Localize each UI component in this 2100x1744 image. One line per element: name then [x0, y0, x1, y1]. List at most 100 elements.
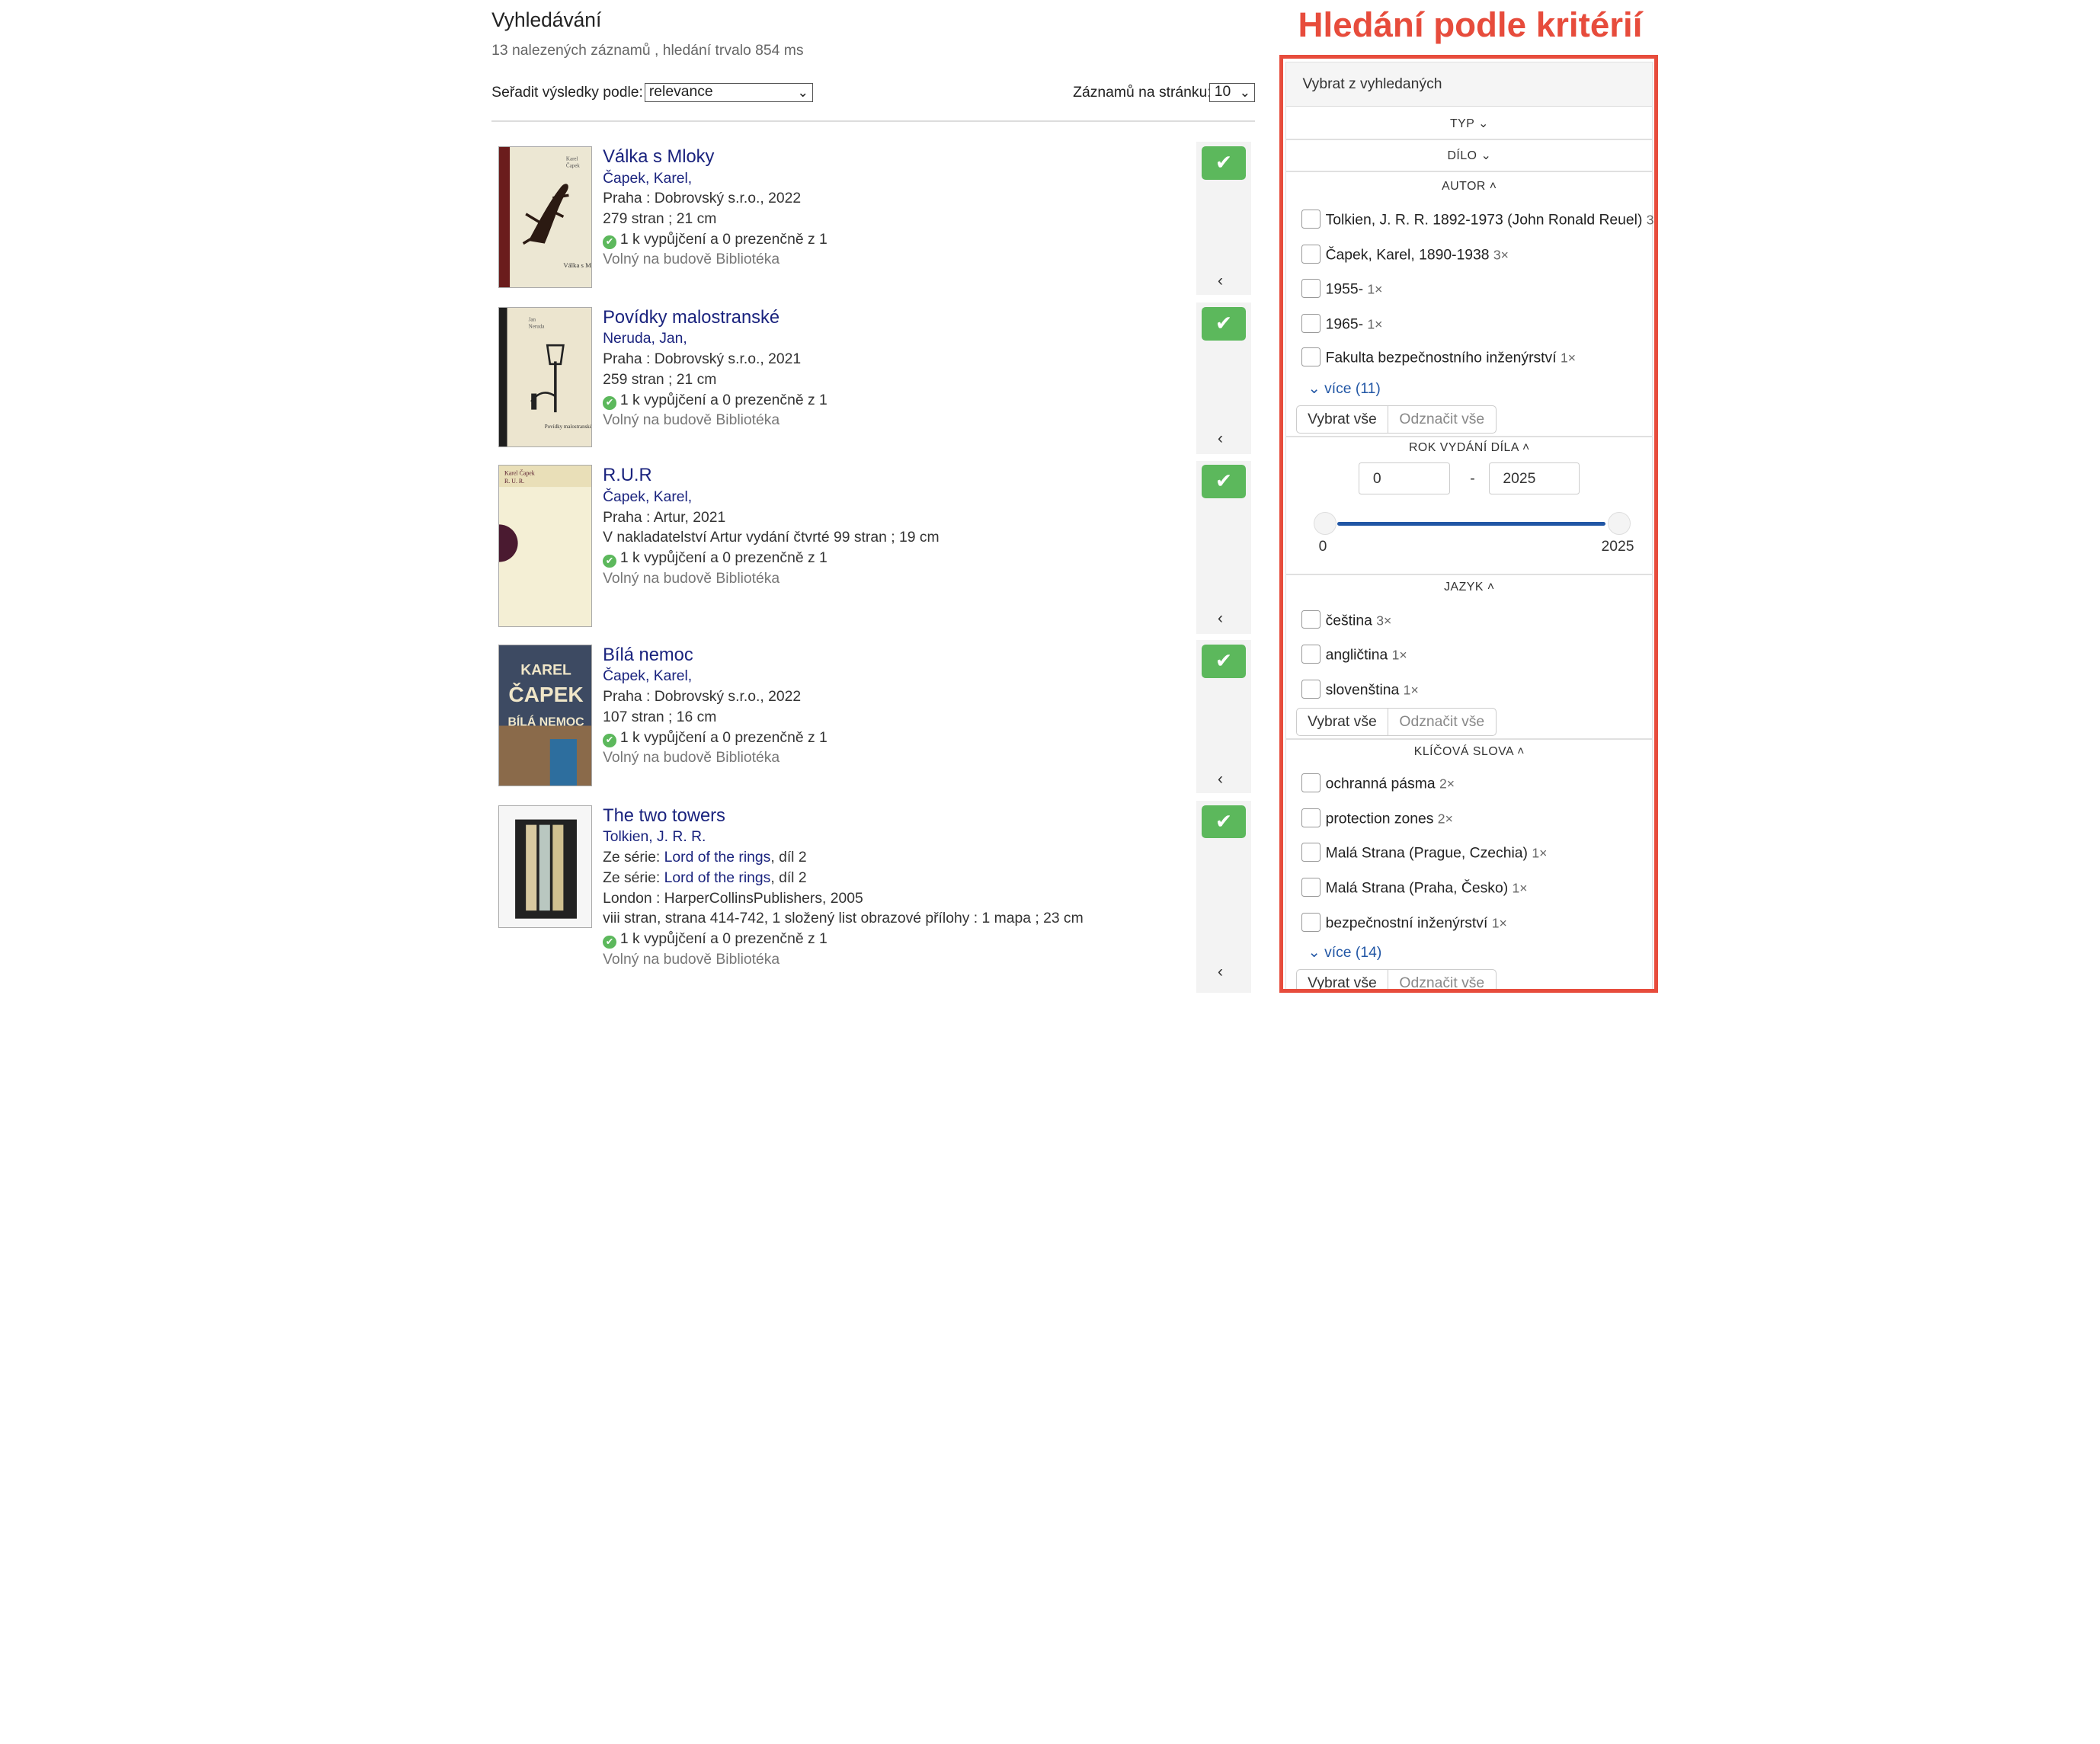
chevron-left-icon[interactable]: ‹	[1218, 610, 1223, 628]
book-cover[interactable]: Válka s Mloky Karel Čapek	[498, 146, 592, 288]
facet-count: 1×	[1491, 915, 1507, 931]
select-all-button[interactable]: Vybrat vše	[1295, 405, 1389, 434]
facet-year-toggle[interactable]: ROK VYDÁNÍ DÍLA ˄	[1286, 441, 1652, 455]
record-imprint: Praha : Dobrovský s.r.o., 2022	[603, 689, 802, 706]
chevron-left-icon[interactable]: ‹	[1218, 770, 1223, 789]
record-title[interactable]: Povídky malostranské	[603, 307, 828, 330]
checkbox[interactable]	[1301, 680, 1321, 699]
book-cover[interactable]: Karel Čapek R. U. R.	[498, 465, 592, 627]
facet-checkbox[interactable]: slovenština 1×	[1301, 680, 1419, 699]
checkbox[interactable]	[1301, 808, 1321, 827]
record-actions: ✔ ‹	[1196, 460, 1251, 634]
chevron-left-icon[interactable]: ‹	[1218, 430, 1223, 448]
select-button[interactable]: ✔	[1201, 306, 1246, 341]
select-all-button[interactable]: Vybrat vše	[1295, 707, 1389, 737]
lantern-illustration: Povídky malostranské Jan Neruda	[498, 307, 591, 447]
record-author[interactable]: Čapek, Karel,	[603, 169, 828, 190]
chevron-left-icon[interactable]: ‹	[1218, 963, 1223, 981]
record-author[interactable]: Tolkien, J. R. R.	[603, 827, 1084, 848]
facet-checkbox[interactable]: protection zones 2×	[1301, 808, 1453, 828]
availability: ✔ 1 k vypůjčení a 0 prezenčně z 1	[603, 391, 828, 411]
facet-checkbox[interactable]: Malá Strana (Prague, Czechia) 1×	[1301, 843, 1547, 862]
record-author[interactable]: Neruda, Jan,	[603, 329, 828, 350]
facets-panel-title: Vybrat z vyhledaných	[1286, 62, 1653, 107]
facet-author-toggle[interactable]: AUTOR ˄	[1286, 180, 1652, 194]
facet-checkbox[interactable]: ochranná pásma 2×	[1301, 773, 1455, 793]
facet-type-toggle[interactable]: TYP ⌄	[1286, 116, 1652, 131]
check-icon: ✔	[1215, 469, 1232, 493]
facet-count: 1×	[1560, 350, 1576, 366]
record-series: Ze série: Lord of the rings, díl 2	[603, 848, 1084, 869]
deselect-all-button[interactable]: Odznačit vše	[1388, 707, 1497, 737]
year-slider-track[interactable]	[1337, 521, 1605, 526]
year-slider-max-handle[interactable]	[1608, 512, 1631, 536]
record-actions: ✔ ‹	[1196, 801, 1251, 993]
record-title[interactable]: Válka s Mloky	[603, 146, 828, 169]
facet-keywords-toggle[interactable]: KLÍČOVÁ SLOVA ˄	[1286, 745, 1652, 759]
facet-checkbox[interactable]: 1955- 1×	[1301, 279, 1383, 299]
check-icon: ✔	[1215, 648, 1232, 672]
select-button[interactable]: ✔	[1201, 465, 1246, 498]
facet-checkbox[interactable]: čeština 3×	[1301, 610, 1391, 630]
facet-checkbox[interactable]: Tolkien, J. R. R. 1892-1973 (John Ronald…	[1301, 209, 1654, 229]
per-page-select-value: 10	[1214, 83, 1231, 100]
sort-select[interactable]: relevance ⌄	[644, 82, 814, 102]
facet-checkbox[interactable]: Malá Strana (Praha, Česko) 1×	[1301, 878, 1528, 898]
range-dash: -	[1470, 470, 1475, 487]
salamander-illustration: Válka s Mloky Karel Čapek	[498, 146, 591, 287]
book-cover[interactable]: Povídky malostranské Jan Neruda	[498, 306, 592, 448]
deselect-all-button[interactable]: Odznačit vše	[1388, 405, 1497, 434]
year-from-input[interactable]: 0	[1359, 462, 1450, 495]
more-authors-link[interactable]: ⌄ více (11)	[1308, 379, 1381, 398]
checkbox[interactable]	[1301, 878, 1321, 898]
facet-count: 1×	[1367, 281, 1383, 297]
year-slider-min-handle[interactable]	[1313, 512, 1337, 536]
deselect-all-button[interactable]: Odznačit vše	[1388, 968, 1497, 989]
facet-checkbox[interactable]: bezpečnostní inženýrství 1×	[1301, 912, 1507, 933]
per-page-select[interactable]: 10 ⌄	[1209, 82, 1256, 102]
checkbox[interactable]	[1301, 610, 1321, 629]
slider-min-label: 0	[1318, 539, 1327, 555]
checkbox[interactable]	[1301, 912, 1321, 932]
record-title[interactable]: The two towers	[603, 805, 1084, 828]
checkbox[interactable]	[1301, 773, 1321, 792]
divider	[491, 120, 1256, 122]
facet-label: slovenština	[1325, 682, 1400, 699]
year-to-input[interactable]: 2025	[1488, 462, 1580, 495]
checkbox[interactable]	[1301, 279, 1321, 299]
checkbox[interactable]	[1301, 843, 1321, 862]
book-cover[interactable]: KAREL ČAPEK BÍLÁ NEMOC	[498, 644, 592, 786]
series-link[interactable]: Lord of the rings	[664, 850, 771, 866]
facet-count: 1×	[1403, 682, 1419, 698]
facet-work-label: DÍLO	[1447, 149, 1477, 163]
more-keywords-link[interactable]: ⌄ více (14)	[1308, 943, 1382, 962]
facet-checkbox[interactable]: angličtina 1×	[1301, 645, 1407, 664]
record-extent: V nakladatelství Artur vydání čtvrté 99 …	[603, 530, 940, 546]
facet-checkbox[interactable]: 1965- 1×	[1301, 314, 1382, 334]
checkbox[interactable]	[1301, 645, 1321, 664]
record-title[interactable]: R.U.R	[603, 465, 940, 488]
facet-checkbox[interactable]: Fakulta bezpečnostního inženýrství 1×	[1301, 347, 1576, 367]
checkbox[interactable]	[1301, 244, 1321, 264]
facet-checkbox[interactable]: Čapek, Karel, 1890-1938 3×	[1301, 244, 1509, 264]
select-button[interactable]: ✔	[1201, 644, 1246, 678]
record-author[interactable]: Čapek, Karel,	[603, 667, 828, 687]
more-label: více (14)	[1324, 945, 1382, 962]
select-all-button[interactable]: Vybrat vše	[1295, 968, 1389, 989]
rur-cover-art: Karel Čapek R. U. R.	[498, 466, 592, 562]
chevron-left-icon[interactable]: ‹	[1218, 272, 1223, 290]
facet-work-toggle[interactable]: DÍLO ⌄	[1286, 148, 1652, 163]
cover-text: ČAPEK	[508, 681, 584, 706]
record-author[interactable]: Čapek, Karel,	[603, 488, 940, 508]
checkbox[interactable]	[1301, 209, 1321, 229]
record-actions: ✔ ‹	[1196, 142, 1251, 295]
checkbox[interactable]	[1301, 347, 1321, 366]
book-cover[interactable]	[498, 805, 592, 929]
series-link[interactable]: Lord of the rings	[664, 870, 771, 886]
facet-language-toggle[interactable]: JAZYK ˄	[1286, 581, 1652, 594]
select-button[interactable]: ✔	[1201, 805, 1246, 839]
checkbox[interactable]	[1301, 314, 1321, 333]
record-title[interactable]: Bílá nemoc	[603, 645, 828, 667]
check-icon: ✔	[1215, 311, 1232, 334]
select-button[interactable]: ✔	[1201, 146, 1246, 180]
